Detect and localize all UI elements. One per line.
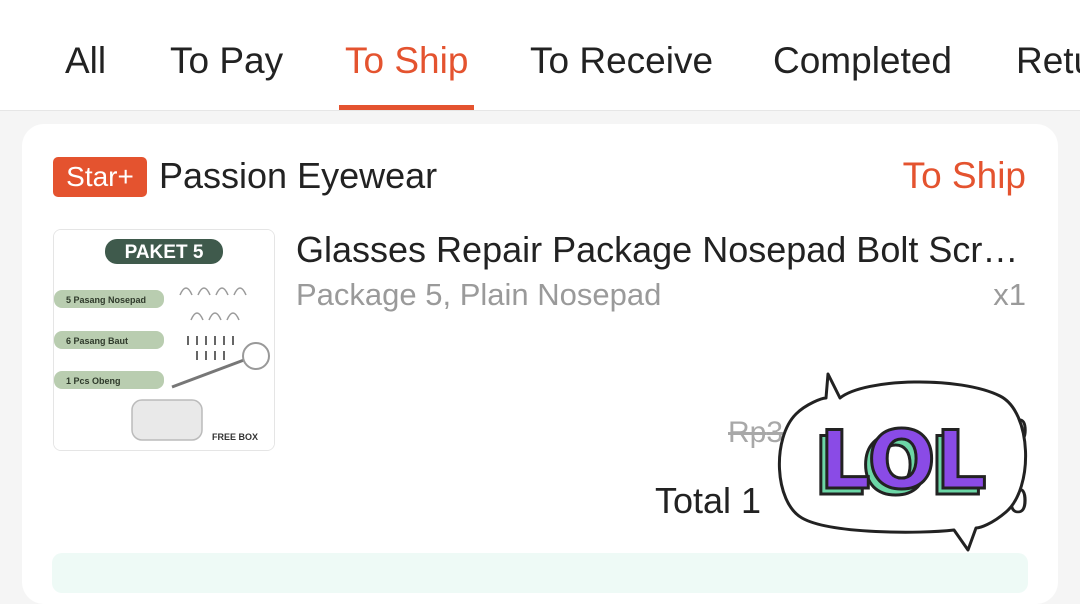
thumb-header-text: PAKET 5 <box>125 242 204 263</box>
thumb-label-screwdriver: 1 Pcs Obeng <box>66 376 121 386</box>
tab-to-receive[interactable]: To Receive <box>530 40 713 82</box>
thumb-footer-text: FREE BOX <box>212 432 258 442</box>
lol-text: LOL <box>819 414 986 507</box>
order-total: Total 1 <box>655 480 762 521</box>
order-status-label: To Ship <box>902 155 1026 196</box>
tab-to-ship[interactable]: To Ship <box>345 40 468 82</box>
thumb-label-bolt: 6 Pasang Baut <box>66 336 128 346</box>
product-variant: Package 5, Plain Nosepad <box>296 277 662 312</box>
original-price-currency: Rp <box>728 416 767 449</box>
tab-completed[interactable]: Completed <box>773 40 952 82</box>
lol-sticker: LOL LOL <box>778 372 1028 552</box>
order-status-tabs: All To Pay To Ship To Receive Completed … <box>0 0 1080 111</box>
promo-banner[interactable] <box>52 553 1028 593</box>
product-quantity: x1 <box>993 277 1026 312</box>
shop-name[interactable]: Passion Eyewear <box>159 155 437 197</box>
star-plus-badge: Star+ <box>53 157 147 197</box>
active-tab-indicator <box>339 105 474 110</box>
product-title[interactable]: Glasses Repair Package Nosepad Bolt Scre… <box>296 229 1030 271</box>
tab-to-pay[interactable]: To Pay <box>170 40 283 82</box>
tab-return[interactable]: Retu <box>1016 40 1080 82</box>
tab-all[interactable]: All <box>65 40 106 82</box>
product-thumbnail[interactable]: PAKET 5 5 Pasang Nosepad 6 Pasang Baut 1… <box>53 229 275 451</box>
thumb-label-nosepad: 5 Pasang Nosepad <box>66 295 146 305</box>
